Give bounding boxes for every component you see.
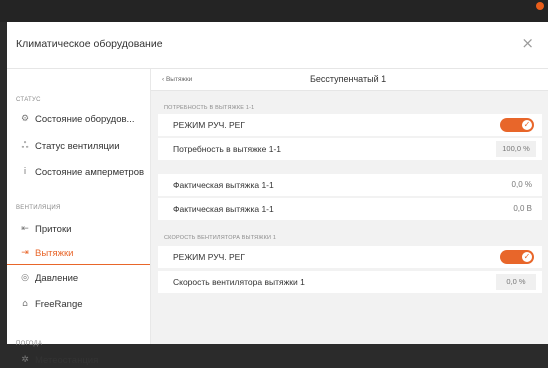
- dialog-header: Климатическое оборудование ×: [7, 22, 548, 69]
- sidebar-item-label: Статус вентиляции: [35, 140, 120, 152]
- page-title: Бесступенчатый 1: [310, 74, 387, 84]
- row-fan-speed: Скорость вентилятора вытяжки 1 0,0 %: [158, 271, 542, 293]
- sidebar-section-weather: ПОГОДА: [16, 341, 43, 347]
- sidebar-item-label: Состояние оборудов...: [35, 113, 135, 125]
- sidebar-item-freerange[interactable]: ⌂ FreeRange: [7, 293, 150, 315]
- sidebar-item-pressure[interactable]: ◎ Давление: [7, 267, 150, 289]
- manual-mode-toggle-2[interactable]: ✓: [500, 250, 534, 264]
- sidebar-item-exhaust[interactable]: ⇥ Вытяжки: [7, 242, 150, 265]
- notification-dot: [536, 2, 544, 10]
- sidebar-item-ventilation-status[interactable]: ஃ Статус вентиляции: [7, 135, 150, 157]
- demand-value-field[interactable]: 100,0 %: [496, 141, 536, 157]
- group-label-fan-speed: СКОРОСТЬ ВЕНТИЛЯТОРА ВЫТЯЖКИ 1: [164, 235, 277, 241]
- sidebar-item-supply[interactable]: ⇤ Притоки: [7, 218, 150, 240]
- sidebar-item-label: FreeRange: [35, 298, 83, 310]
- app-top-bar: [0, 0, 548, 22]
- check-icon: ✓: [522, 252, 532, 262]
- row-manual-mode-1: РЕЖИМ РУЧ. РЕГ ✓: [158, 114, 542, 136]
- row-exhaust-demand: Потребность в вытяжке 1-1 100,0 %: [158, 138, 542, 160]
- close-icon[interactable]: ×: [521, 34, 534, 52]
- sidebar-item-label: Давление: [35, 272, 79, 284]
- sub-header: ‹ Вытяжки Бесступенчатый 1: [151, 69, 548, 91]
- sidebar: СТАТУС ⚙ Состояние оборудов... ஃ Статус …: [7, 69, 151, 366]
- dialog-title: Климатическое оборудование: [16, 38, 163, 50]
- sidebar-item-ammeter-state[interactable]: i Состояние амперметров: [7, 161, 150, 183]
- sidebar-item-label: Метеостанция: [35, 354, 99, 366]
- row-actual-exhaust-volt: Фактическая вытяжка 1-1 0,0 В: [158, 198, 542, 220]
- sidebar-item-weather-station[interactable]: ✲ Метеостанция: [7, 352, 150, 368]
- row-label: Потребность в вытяжке 1-1: [173, 144, 281, 154]
- row-label: РЕЖИМ РУЧ. РЕГ: [173, 120, 245, 130]
- row-manual-mode-2: РЕЖИМ РУЧ. РЕГ ✓: [158, 246, 542, 268]
- ventilation-icon: ஃ: [21, 140, 29, 151]
- row-label: Скорость вентилятора вытяжки 1: [173, 277, 305, 287]
- sidebar-section-status: СТАТУС: [16, 97, 41, 103]
- house-icon: ⌂: [22, 299, 28, 309]
- info-icon: i: [23, 167, 27, 177]
- weather-station-icon: ✲: [21, 355, 29, 365]
- sidebar-item-label: Притоки: [35, 223, 72, 235]
- row-value: 0,0 %: [511, 180, 532, 189]
- main-panel: ‹ Вытяжки Бесступенчатый 1 ПОТРЕБНОСТЬ В…: [151, 69, 548, 344]
- group-label-demand: ПОТРЕБНОСТЬ В ВЫТЯЖКЕ 1-1: [164, 105, 255, 111]
- sidebar-item-label: Состояние амперметров: [35, 166, 145, 178]
- climate-dialog: Климатическое оборудование × СТАТУС ⚙ Со…: [7, 22, 548, 366]
- sidebar-section-ventilation: ВЕНТИЛЯЦИЯ: [16, 205, 61, 211]
- row-label: Фактическая вытяжка 1-1: [173, 204, 274, 214]
- back-link[interactable]: ‹ Вытяжки: [162, 76, 192, 83]
- manual-mode-toggle-1[interactable]: ✓: [500, 118, 534, 132]
- sidebar-item-equipment-state[interactable]: ⚙ Состояние оборудов...: [7, 108, 150, 130]
- gear-icon: ⚙: [20, 114, 30, 124]
- pressure-icon: ◎: [21, 273, 29, 283]
- fan-speed-value-field[interactable]: 0,0 %: [496, 274, 536, 290]
- supply-icon: ⇤: [21, 224, 29, 234]
- row-label: Фактическая вытяжка 1-1: [173, 180, 274, 190]
- row-value: 0,0 В: [513, 204, 532, 213]
- row-label: РЕЖИМ РУЧ. РЕГ: [173, 252, 245, 262]
- exhaust-icon: ⇥: [21, 248, 29, 258]
- row-actual-exhaust-pct: Фактическая вытяжка 1-1 0,0 %: [158, 174, 542, 196]
- check-icon: ✓: [522, 120, 532, 130]
- sidebar-item-label: Вытяжки: [35, 247, 74, 259]
